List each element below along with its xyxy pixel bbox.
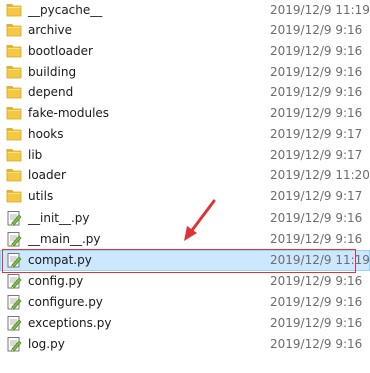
file-date-modified: 2019/12/9 11:19 [270,253,370,267]
file-name: archive [28,23,73,37]
file-row-configure-py[interactable]: configure.py 2019/12/9 9:16 [0,292,370,313]
file-date-modified: 2019/12/9 9:16 [270,274,363,288]
file-date-modified: 2019/12/9 9:16 [270,211,363,225]
file-date-modified: 2019/12/9 9:16 [270,23,363,37]
python-file-icon [6,336,22,352]
file-date-modified: 2019/12/9 9:17 [270,148,363,162]
python-file-icon [6,294,22,310]
file-name: depend [28,85,74,99]
file-name: utils [28,189,54,203]
file-name: config.py [28,274,84,288]
folder-icon [6,147,22,163]
file-name: exceptions.py [28,316,112,330]
file-row-hooks[interactable]: hooks 2019/12/9 9:17 [0,124,370,145]
folder-icon [6,2,22,18]
file-row-lib[interactable]: lib 2019/12/9 9:17 [0,145,370,166]
file-row-config-py[interactable]: config.py 2019/12/9 9:16 [0,271,370,292]
file-row-bootloader[interactable]: bootloader 2019/12/9 9:16 [0,41,370,62]
file-row-exceptions-py[interactable]: exceptions.py 2019/12/9 9:16 [0,313,370,334]
file-name: loader [28,168,66,182]
file-date-modified: 2019/12/9 9:17 [270,127,363,141]
file-date-modified: 2019/12/9 11:19 [270,3,370,17]
file-row-depend[interactable]: depend 2019/12/9 9:16 [0,82,370,103]
file-name: log.py [28,337,65,351]
file-row-compat-py[interactable]: compat.py 2019/12/9 11:19 [0,250,370,271]
file-row-loader[interactable]: loader 2019/12/9 11:20 [0,165,370,186]
file-row-building[interactable]: building 2019/12/9 9:16 [0,62,370,83]
folder-icon [6,126,22,142]
file-date-modified: 2019/12/9 9:16 [270,316,363,330]
python-file-icon [6,273,22,289]
file-name: __pycache__ [28,3,103,17]
file-name: building [28,65,77,79]
python-file-icon [6,210,22,226]
folder-icon [6,64,22,80]
folder-icon [6,167,22,183]
file-date-modified: 2019/12/9 9:16 [270,106,363,120]
file-date-modified: 2019/12/9 9:16 [270,295,363,309]
file-row-pycache[interactable]: __pycache__ 2019/12/9 11:19 [0,0,370,21]
file-name: bootloader [28,44,93,58]
file-row-archive[interactable]: archive 2019/12/9 9:16 [0,20,370,41]
python-file-icon [6,252,22,268]
folder-icon [6,22,22,38]
file-row-fake-modules[interactable]: fake-modules 2019/12/9 9:16 [0,103,370,124]
folder-icon [6,105,22,121]
file-name: lib [28,148,43,162]
python-file-icon [6,315,22,331]
file-name: __init__.py [28,211,90,225]
file-date-modified: 2019/12/9 9:16 [270,65,363,79]
file-date-modified: 2019/12/9 9:16 [270,337,363,351]
annotation-arrow-icon [184,199,216,241]
file-date-modified: 2019/12/9 9:16 [270,44,363,58]
file-name: compat.py [28,253,92,267]
file-date-modified: 2019/12/9 9:16 [270,232,363,246]
folder-icon [6,43,22,59]
file-date-modified: 2019/12/9 9:17 [270,189,363,203]
python-file-icon [6,231,22,247]
file-name: hooks [28,127,64,141]
folder-icon [6,188,22,204]
file-date-modified: 2019/12/9 11:20 [270,168,370,182]
file-date-modified: 2019/12/9 9:16 [270,85,363,99]
file-name: __main__.py [28,232,101,246]
file-name: configure.py [28,295,103,309]
folder-icon [6,84,22,100]
file-row-log-py[interactable]: log.py 2019/12/9 9:16 [0,334,370,355]
file-name: fake-modules [28,106,110,120]
